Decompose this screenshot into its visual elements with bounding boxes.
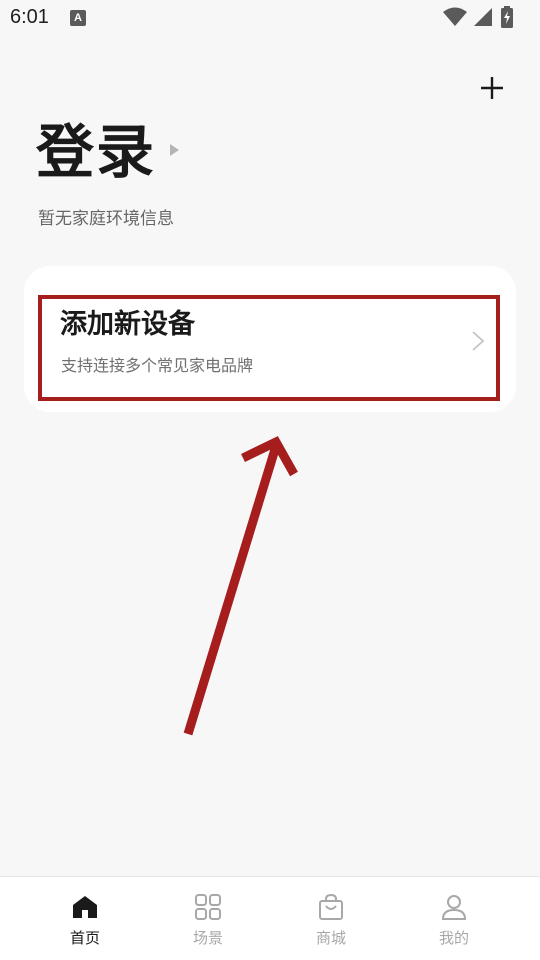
- signal-icon: [474, 8, 492, 26]
- wifi-icon: [443, 7, 467, 26]
- status-time: 6:01: [10, 6, 49, 28]
- screen: 6:01 A 登录 暂无家庭环境信息 添加新设备 支持连接多个常见家电品牌 首页…: [0, 0, 540, 960]
- nav-label-mall: 商城: [315, 929, 346, 947]
- nav-item-mall[interactable]: 商城: [281, 877, 381, 960]
- status-icons: [442, 6, 532, 28]
- person-icon: [441, 895, 467, 920]
- add-device-title[interactable]: 添加新设备: [60, 306, 195, 344]
- chevron-right-icon[interactable]: [470, 330, 486, 352]
- nav-item-scenes[interactable]: 场景: [158, 877, 258, 960]
- battery-icon: [501, 6, 513, 28]
- plus-icon: [481, 77, 503, 99]
- status-bar: 6:01 A: [0, 0, 540, 36]
- bottom-nav: 首页 场景 商城 我的: [0, 876, 540, 960]
- nav-label-me: 我的: [438, 929, 469, 947]
- page-subtitle: 暂无家庭环境信息: [38, 209, 174, 229]
- notification-a-icon: A: [70, 10, 86, 26]
- shopping-bag-icon: [319, 893, 343, 920]
- nav-item-me[interactable]: 我的: [404, 877, 504, 960]
- nav-item-home[interactable]: 首页: [35, 877, 135, 960]
- nav-label-scenes: 场景: [192, 929, 223, 947]
- login-title[interactable]: 登录: [36, 112, 156, 192]
- add-device-subtitle: 支持连接多个常见家电品牌: [61, 356, 254, 375]
- add-button[interactable]: [474, 70, 510, 106]
- grid-icon: [195, 894, 221, 920]
- nav-label-home: 首页: [69, 929, 100, 947]
- home-icon: [73, 896, 97, 918]
- title-arrow-icon[interactable]: [170, 144, 179, 156]
